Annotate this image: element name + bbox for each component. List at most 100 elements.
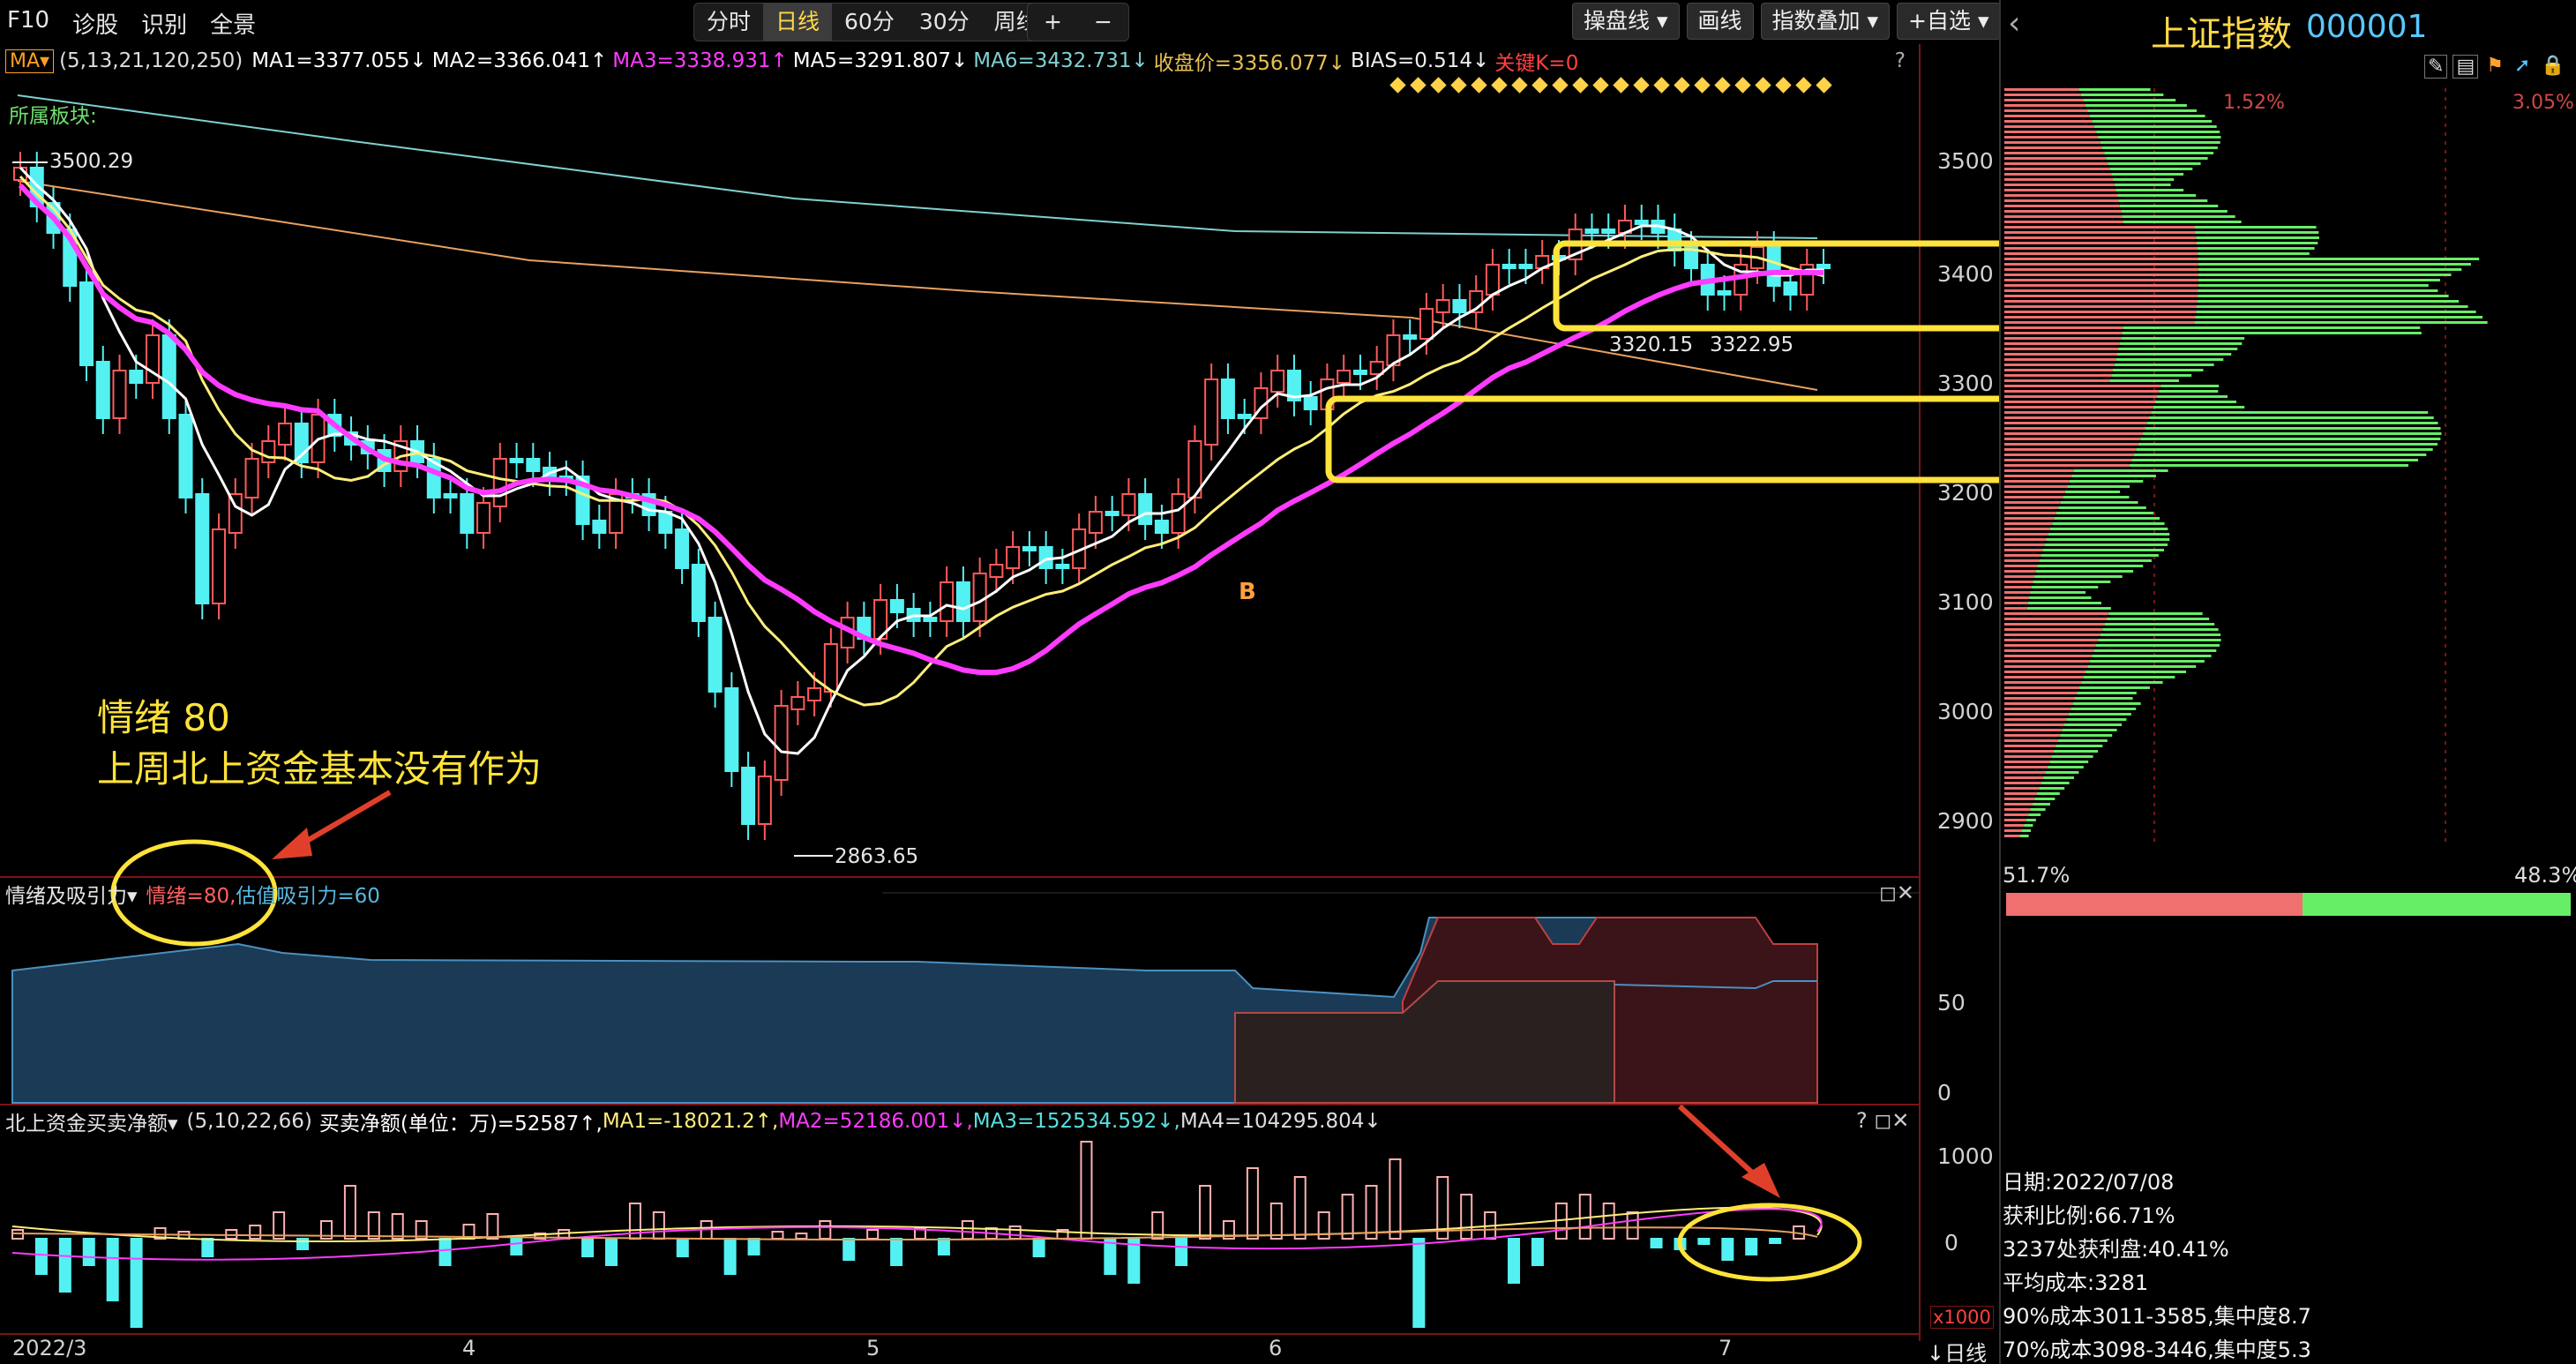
chip-bar-loss bbox=[2030, 808, 2046, 811]
chip-bar-profit bbox=[2004, 342, 2120, 345]
chip-bar-loss bbox=[2046, 538, 2170, 541]
back-chevron-icon[interactable]: ‹ bbox=[2008, 5, 2020, 41]
signal-diamond bbox=[1674, 77, 1690, 94]
chip-bar-loss bbox=[2107, 618, 2210, 620]
chip-bar-loss bbox=[2096, 131, 2220, 133]
candle-body bbox=[675, 528, 690, 569]
ratio-right: 48.3% bbox=[2514, 863, 2576, 888]
chip-bar-loss bbox=[2100, 141, 2220, 144]
northbound-bar bbox=[1508, 1238, 1521, 1284]
flag-icon[interactable]: ⚑ bbox=[2483, 55, 2506, 79]
chip-bar-loss bbox=[2072, 702, 2141, 705]
chip-bar-loss bbox=[2100, 633, 2221, 636]
maximize-icon[interactable]: ◻ bbox=[1874, 1108, 1891, 1133]
chip-bar-profit bbox=[2004, 258, 2198, 260]
period-selector[interactable]: ↓日线 bbox=[1927, 1336, 1987, 1364]
chip-bar-profit bbox=[2004, 750, 2054, 753]
candle-body bbox=[708, 617, 723, 693]
candle-body bbox=[492, 458, 507, 507]
chip-bar-profit bbox=[2004, 512, 2056, 514]
chip-bar-loss bbox=[2083, 676, 2175, 678]
chip-bar-loss bbox=[2108, 612, 2203, 615]
chip-bar-loss bbox=[2113, 178, 2175, 181]
chip-bar-profit bbox=[2004, 316, 2196, 319]
candle-body bbox=[112, 370, 127, 419]
candle-body bbox=[129, 370, 144, 384]
candle-body bbox=[509, 458, 524, 463]
close-icon[interactable]: ✕ bbox=[1897, 881, 1914, 905]
signal-diamond bbox=[1714, 77, 1731, 94]
candle-body bbox=[1022, 546, 1037, 551]
chip-bar-loss bbox=[2114, 363, 2214, 366]
grid-icon[interactable]: ▤ bbox=[2452, 55, 2479, 79]
chip-bar-profit bbox=[2004, 491, 2065, 493]
candle-body bbox=[212, 528, 227, 604]
candle-body bbox=[790, 696, 805, 710]
emotion-axis-tick: 0 bbox=[1937, 1080, 1951, 1105]
candle-body bbox=[989, 564, 1004, 578]
chip-bar-profit bbox=[2004, 517, 2055, 520]
northbound-bar bbox=[82, 1238, 95, 1266]
emotion-indicator-selector[interactable]: 情绪及吸引力▾ bbox=[5, 879, 138, 909]
chip-bar-loss bbox=[2197, 247, 2315, 250]
chip-bar-profit bbox=[2004, 755, 2052, 758]
signal-diamond bbox=[1734, 77, 1751, 94]
chip-bar-loss bbox=[2109, 168, 2193, 170]
chip-date: 日期:2022/07/08 bbox=[2003, 1170, 2175, 1195]
chip-bar-profit bbox=[2004, 109, 2088, 112]
index-code: 000001 bbox=[2306, 9, 2428, 45]
candle-body bbox=[95, 361, 110, 419]
chip-bar-profit bbox=[2004, 348, 2119, 350]
chip-bar-loss bbox=[2122, 215, 2235, 218]
chip-bar-profit bbox=[2004, 416, 2150, 419]
cursor-icon[interactable]: ➚ bbox=[2512, 55, 2533, 79]
chip-bar-loss bbox=[2145, 427, 2441, 430]
chip-bar-loss bbox=[2106, 157, 2208, 160]
candle-body bbox=[1121, 493, 1136, 516]
chip-bar-loss bbox=[2153, 406, 2245, 408]
close-icon[interactable]: ✕ bbox=[1891, 1108, 1909, 1133]
candle-body bbox=[1601, 229, 1616, 234]
chip-bar-profit bbox=[2004, 168, 2110, 170]
help-icon[interactable]: ? bbox=[1856, 1108, 1874, 1133]
maximize-icon[interactable]: ◻ bbox=[1879, 881, 1897, 905]
window-controls: ? ◻✕ bbox=[1856, 1108, 1909, 1133]
chip-bar-loss bbox=[2198, 263, 2471, 266]
chip-bar-loss bbox=[2026, 607, 2111, 610]
chip-bar-profit bbox=[2004, 358, 2116, 361]
chip-bar-loss bbox=[2049, 761, 2089, 763]
chip-bar-loss bbox=[2122, 332, 2422, 334]
lock-icon[interactable]: 🔒 bbox=[2538, 55, 2567, 79]
pen-icon[interactable]: ✎ bbox=[2424, 55, 2448, 79]
chip-bar-loss bbox=[2069, 480, 2144, 483]
chip-bar-loss bbox=[2196, 236, 2319, 239]
chip-bar-loss bbox=[2198, 284, 2429, 287]
main-chart-svg bbox=[0, 44, 2001, 1341]
chip-bar-loss bbox=[2119, 205, 2219, 207]
northbound-bar bbox=[391, 1213, 404, 1240]
northbound-bar bbox=[1008, 1225, 1022, 1240]
chip-bar-profit bbox=[2004, 427, 2145, 430]
chip-bar-profit bbox=[2004, 395, 2158, 398]
northbound-indicator-selector[interactable]: 北上资金买卖净额▾ bbox=[5, 1106, 178, 1136]
chip-bar-loss bbox=[2093, 125, 2217, 128]
chip-bar-loss bbox=[2101, 146, 2218, 149]
signal-diamond bbox=[1572, 77, 1589, 94]
chip-bar-profit bbox=[2004, 543, 2045, 546]
ratio-left: 51.7% bbox=[2003, 863, 2071, 888]
high-price-label: 3500.29 bbox=[49, 150, 134, 173]
chip-bar-profit bbox=[2004, 369, 2113, 371]
chip-bar-loss bbox=[2089, 660, 2205, 663]
nb-axis-tick: 1000 bbox=[1937, 1143, 1994, 1169]
candle-body bbox=[278, 423, 293, 446]
chip-bar-profit bbox=[2004, 686, 2079, 689]
northbound-bar bbox=[1080, 1141, 1093, 1240]
chip-bar-profit bbox=[2004, 618, 2107, 620]
annotation-arrow bbox=[295, 790, 392, 850]
chip-bar-loss bbox=[2121, 337, 2245, 340]
candle-body bbox=[774, 705, 789, 781]
candle-body bbox=[1303, 396, 1318, 410]
chip-bar-profit bbox=[2004, 808, 2031, 811]
chip-bar-profit bbox=[2004, 194, 2118, 197]
chip-bar-loss bbox=[2195, 316, 2483, 319]
